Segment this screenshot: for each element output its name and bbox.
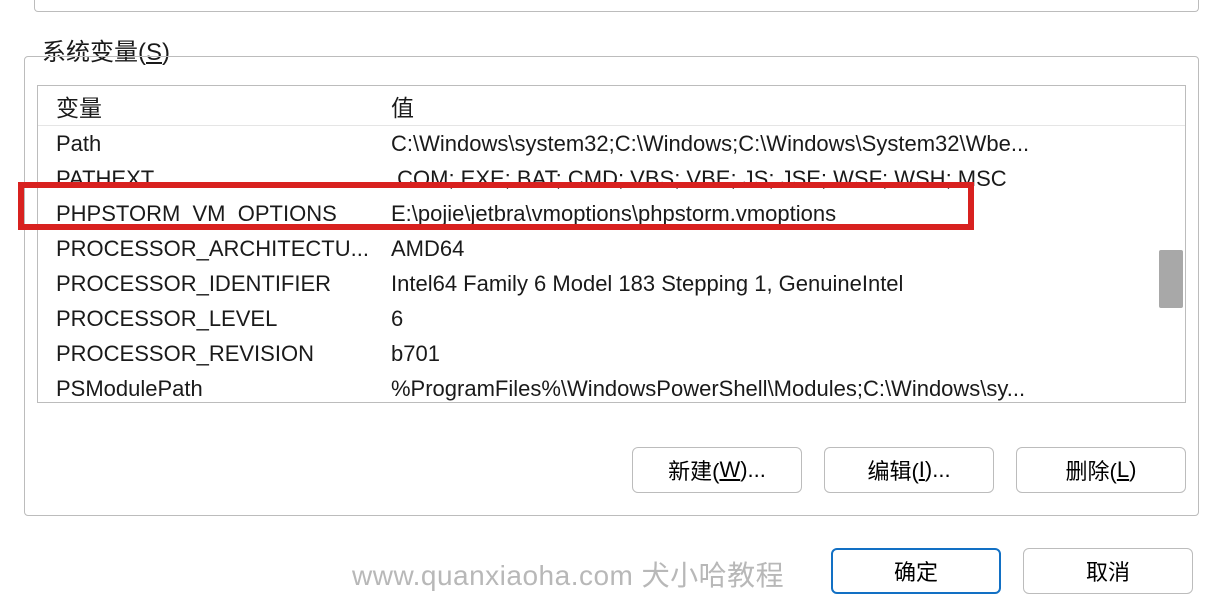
scrollbar[interactable] (1159, 88, 1183, 400)
table-row[interactable]: PROCESSOR_ARCHITECTU... AMD64 (38, 231, 1185, 266)
system-variables-group: 变量 值 Path C:\Windows\system32;C:\Windows… (24, 56, 1199, 516)
ok-button[interactable]: 确定 (831, 548, 1001, 594)
top-groupbox-fragment (34, 0, 1199, 12)
table-row[interactable]: PROCESSOR_IDENTIFIER Intel64 Family 6 Mo… (38, 266, 1185, 301)
table-row[interactable]: PATHEXT .COM;.EXE;.BAT;.CMD;.VBS;.VBE;.J… (38, 161, 1185, 196)
cell-value: .COM;.EXE;.BAT;.CMD;.VBS;.VBE;.JS;.JSE;.… (391, 166, 1177, 192)
cell-variable: PSModulePath (56, 376, 391, 402)
edit-button[interactable]: 编辑(I)... (824, 447, 994, 493)
cell-variable: PROCESSOR_REVISION (56, 341, 391, 367)
cancel-button[interactable]: 取消 (1023, 548, 1193, 594)
cell-value: C:\Windows\system32;C:\Windows;C:\Window… (391, 131, 1177, 157)
new-button[interactable]: 新建(W)... (632, 447, 802, 493)
system-variables-list[interactable]: 变量 值 Path C:\Windows\system32;C:\Windows… (37, 85, 1186, 403)
cell-value: E:\pojie\jetbra\vmoptions\phpstorm.vmopt… (391, 201, 1177, 227)
scrollbar-thumb[interactable] (1159, 250, 1183, 308)
cell-variable: Path (56, 131, 391, 157)
table-row[interactable]: PROCESSOR_REVISION b701 (38, 336, 1185, 371)
cell-value: AMD64 (391, 236, 1177, 262)
dialog-buttons: 确定 取消 (831, 548, 1193, 594)
list-header: 变量 值 (38, 86, 1185, 126)
cell-variable: PROCESSOR_LEVEL (56, 306, 391, 332)
cell-variable: PROCESSOR_IDENTIFIER (56, 271, 391, 297)
col-header-variable[interactable]: 变量 (56, 89, 391, 123)
table-row[interactable]: PHPSTORM_VM_OPTIONS E:\pojie\jetbra\vmop… (38, 196, 1185, 231)
delete-button[interactable]: 删除(L) (1016, 447, 1186, 493)
cell-value: Intel64 Family 6 Model 183 Stepping 1, G… (391, 271, 1177, 297)
cell-value: b701 (391, 341, 1177, 367)
table-row[interactable]: PROCESSOR_LEVEL 6 (38, 301, 1185, 336)
cell-value: 6 (391, 306, 1177, 332)
cell-variable: PATHEXT (56, 166, 391, 192)
table-row[interactable]: Path C:\Windows\system32;C:\Windows;C:\W… (38, 126, 1185, 161)
system-variables-buttons: 新建(W)... 编辑(I)... 删除(L) (632, 447, 1186, 493)
cell-value: %ProgramFiles%\WindowsPowerShell\Modules… (391, 376, 1177, 402)
col-header-value[interactable]: 值 (391, 89, 1177, 123)
watermark-text: www.quanxiaoha.com 犬小哈教程 (352, 554, 784, 594)
table-row[interactable]: PSModulePath %ProgramFiles%\WindowsPower… (38, 371, 1185, 403)
cell-variable: PHPSTORM_VM_OPTIONS (56, 201, 391, 227)
cell-variable: PROCESSOR_ARCHITECTU... (56, 236, 391, 262)
